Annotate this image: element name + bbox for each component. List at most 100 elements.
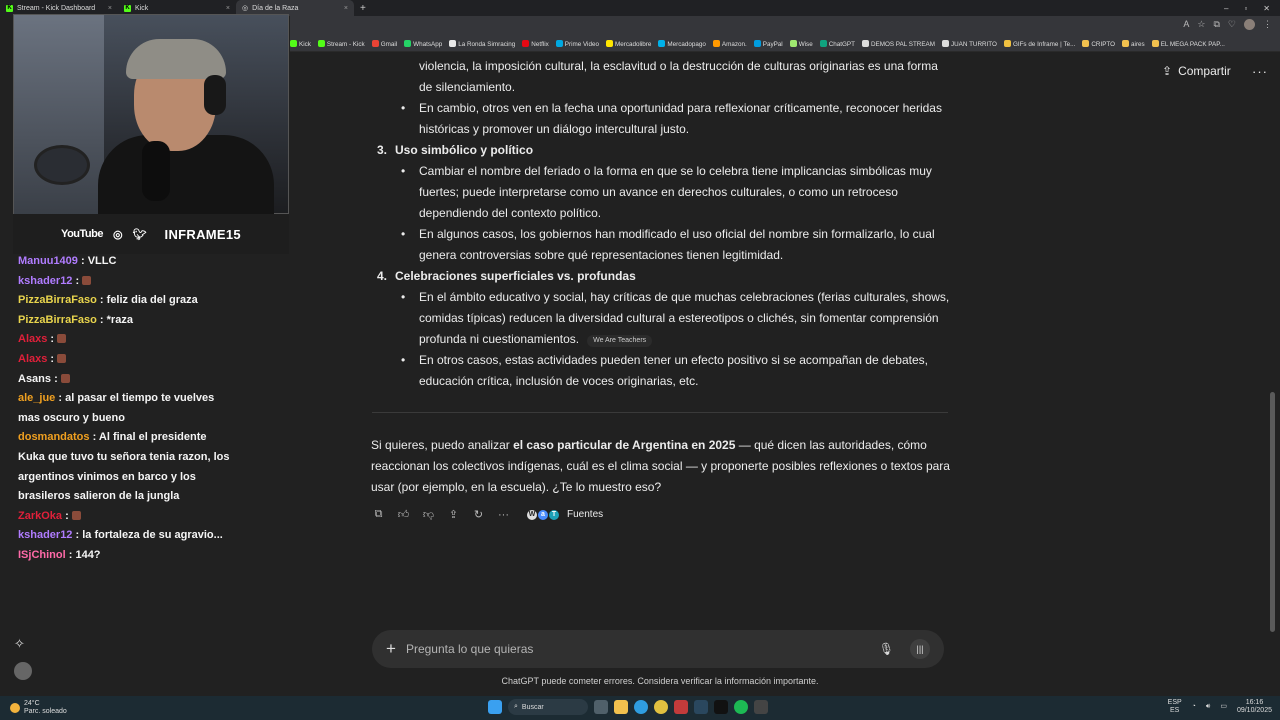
bookmark-item[interactable]: DEMOS PAL STREAM [861,39,935,48]
prompt-input[interactable]: Pregunta lo que quieras [406,642,879,656]
close-icon[interactable]: × [108,5,112,12]
text: Si quieres, puedo analizar [371,438,514,452]
bookmark-item[interactable]: Prime Video [555,39,599,48]
file-explorer-icon[interactable] [614,700,628,714]
app-icon[interactable] [754,700,768,714]
chat-username[interactable]: kshader12 [18,275,72,287]
new-tab-button[interactable]: + [354,3,372,14]
bookmark-icon [290,39,297,47]
chat-username[interactable]: kshader12 [18,529,72,541]
maximize-icon[interactable]: ▫ [1244,4,1247,13]
sources-label: Fuentes [567,509,604,520]
bookmark-item[interactable]: PayPal [753,39,783,48]
sparkle-icon[interactable]: ✧ [14,636,25,652]
chat-username[interactable]: Alaxs [18,333,47,345]
bookmark-item[interactable]: Wise [789,39,813,48]
bookmark-item[interactable]: EL MEGA PACK PAP... [1151,39,1225,48]
separator: : [77,255,88,267]
user-avatar[interactable] [14,662,32,680]
weather-widget[interactable]: 24°C Parc. soleado [10,700,67,716]
globe-icon: ◎ [242,5,249,12]
chat-username[interactable]: PizzaBirraFaso [18,314,97,326]
instagram-icon: ◎ [112,228,123,241]
menu-icon[interactable]: ⋮ [1263,19,1272,30]
taskbar-search[interactable]: ⌕ Buscar [508,699,588,715]
clock-time[interactable]: 16:16 [1237,699,1272,707]
thumbs-down-icon[interactable]: 👎︎ [422,508,435,521]
bookmark-item[interactable]: aires [1122,39,1145,48]
chat-username[interactable]: ZarkOka [18,510,62,522]
bookmark-item[interactable]: Mercadopago [658,39,706,48]
wifi-icon[interactable]: ◔ [1192,703,1196,711]
translate-icon[interactable]: A [1183,19,1189,30]
chat-username[interactable]: PizzaBirraFaso [18,294,97,306]
minimize-icon[interactable]: – [1224,4,1228,13]
bookmark-item[interactable]: CRIPTO [1082,39,1116,48]
edge-icon[interactable] [634,700,648,714]
bookmark-item[interactable]: Kick [290,39,311,48]
battery-icon[interactable]: ▭ [1220,703,1227,711]
bookmark-label: CRIPTO [1091,40,1116,48]
chat-username[interactable]: Manuu1409 [18,255,78,267]
bookmark-item[interactable]: Netflix [522,39,549,48]
app-icon[interactable] [674,700,688,714]
source-chip[interactable]: We Are Teachers [587,335,653,347]
bookmark-item[interactable]: Stream - Kick [317,39,365,48]
plus-icon[interactable]: + [386,639,396,659]
chat-username[interactable]: Alaxs [18,353,47,365]
sources-button[interactable]: W a T Fuentes [526,508,604,521]
chat-message: Alaxs : [18,350,233,370]
bookmark-item[interactable]: GIFs de Inframe | Te... [1003,39,1076,48]
window-controls: – ▫ ✕ [1224,4,1280,13]
bullet-text: En el ámbito educativo y social, hay crí… [419,290,950,346]
bookmark-item[interactable]: JUAN TURRITO [941,39,997,48]
thumbs-up-icon[interactable]: 👍︎ [397,508,410,521]
copy-icon[interactable]: ⧉ [372,508,385,521]
bookmark-item[interactable]: ChatGPT [819,39,855,48]
chat-username[interactable]: Asans [18,373,51,385]
share-button[interactable]: ⇪ Compartir [1162,64,1231,78]
chat-username[interactable]: dosmandatos [18,431,90,443]
bookmark-label: Stream - Kick [326,40,365,48]
windows-start-icon[interactable] [488,700,502,714]
final-paragraph: Si quieres, puedo analizar el caso parti… [371,435,951,498]
steam-icon[interactable] [694,700,708,714]
chat-username[interactable]: ale_jue [18,392,55,404]
more-icon[interactable]: ··· [497,508,510,521]
bookmark-item[interactable]: Gmail [371,39,397,48]
more-options-button[interactable]: ··· [1252,64,1268,79]
bookmark-label: GIFs de Inframe | Te... [1012,40,1076,48]
capcut-icon[interactable] [714,700,728,714]
close-icon[interactable]: × [226,5,230,12]
bookmark-item[interactable]: WhatsApp [404,39,442,48]
extensions-icon[interactable]: ⧉ [1213,19,1219,30]
bookmark-item[interactable]: La Ronda Simracing [449,39,515,48]
language[interactable]: ESP [1168,699,1182,707]
composer[interactable]: + Pregunta lo que quieras 🎙︎ ||| [372,630,944,668]
chrome-icon[interactable] [654,700,668,714]
voice-mode-icon[interactable]: ||| [910,639,930,659]
volume-icon[interactable]: 🔊︎ [1206,703,1210,711]
bookmark-label: Mercadopago [667,40,706,48]
chat-message: PizzaBirraFaso : feliz dia del graza [18,291,233,311]
bookmark-label: JUAN TURRITO [950,40,997,48]
bookmark-icon [1122,39,1130,47]
regenerate-icon[interactable]: ↻ [472,508,485,521]
star-icon[interactable]: ☆ [1197,19,1205,30]
bookmark-icon[interactable]: ♡ [1228,19,1236,30]
bookmark-icon [555,39,563,47]
share-icon[interactable]: ⇪ [447,508,460,521]
profile-avatar[interactable] [1244,19,1255,30]
separator: : [47,333,58,346]
bookmark-item[interactable]: Amazon. [712,39,747,48]
spotify-icon[interactable] [734,700,748,714]
chat-message: kshader12 : la fortaleza de su agravio..… [18,526,233,546]
bookmark-item[interactable]: Mercadolibre [605,39,651,48]
task-view-icon[interactable] [594,700,608,714]
chat-username[interactable]: ISjChinol [18,549,66,561]
microphone-icon[interactable]: 🎙︎ [879,642,894,656]
close-window-icon[interactable]: ✕ [1263,4,1270,13]
bookmark-icon [317,39,325,47]
scrollbar[interactable] [1270,392,1275,632]
close-icon[interactable]: × [344,5,348,12]
